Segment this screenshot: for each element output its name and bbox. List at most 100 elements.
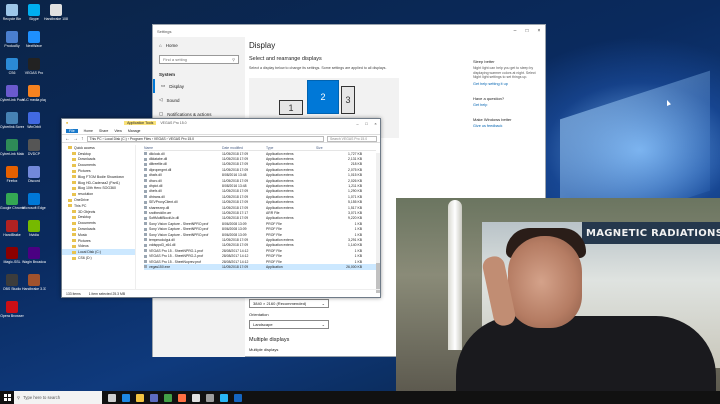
ribbon-tab-file[interactable]: File	[66, 128, 78, 133]
column-size[interactable]: Size	[316, 146, 366, 150]
explorer-icon[interactable]	[136, 393, 144, 402]
display-2[interactable]: 2	[307, 80, 339, 114]
desktop-icon[interactable]: Handbrake 3.33	[22, 272, 46, 299]
file-row[interactable]: VEGAS Pro 15 - SheetNPRO-2.prof 28/08/201…	[144, 253, 376, 258]
file-row[interactable]: dhtrans.dll 11/05/2018 17:09 Application e…	[144, 194, 376, 199]
app-icon	[6, 4, 18, 16]
edge-icon[interactable]	[122, 393, 130, 402]
file-row[interactable]: SoftMultiBlockUx.dll 11/05/2018 17:09 Appl…	[144, 216, 376, 221]
sleep-link[interactable]: Get help setting it up	[473, 82, 543, 86]
desktop-icon[interactable]: OBS Studio	[0, 272, 24, 299]
display-1[interactable]: 1	[279, 100, 303, 115]
file-row[interactable]: sndfxeckIbr.arr 11/05/2018 17:17 ARR File 3…	[144, 210, 376, 215]
ribbon-tab-home[interactable]: Home	[84, 129, 93, 133]
desktop-icon[interactable]: Discord	[22, 164, 46, 191]
desktop-icon[interactable]: HandBrake	[0, 218, 24, 245]
settings-icon[interactable]	[206, 393, 214, 402]
settings-search-input[interactable]: Find a setting ⚲	[159, 55, 239, 64]
up-icon[interactable]: ↑	[81, 136, 84, 142]
forward-icon[interactable]: →	[73, 136, 78, 142]
start-button[interactable]	[0, 391, 14, 404]
get-help-link[interactable]: Get help	[473, 103, 543, 107]
tree-item[interactable]: CS6 (D:)	[62, 255, 135, 261]
minimize-icon[interactable]: –	[353, 121, 362, 126]
desktop-icon[interactable]: WinOrbit	[22, 110, 46, 137]
explorer-search-input[interactable]: Search VEGAS Pro 15.0	[327, 135, 377, 142]
file-row[interactable]: vegas150.exe 11/05/2018 17:09 Application 2…	[144, 264, 376, 270]
column-type[interactable]: Type	[266, 146, 316, 150]
nav-item-display[interactable]: ▭ Display	[153, 79, 245, 93]
file-row[interactable]: dhpict.dll 8/08/2016 13:48 Application ext…	[144, 183, 376, 188]
task-view-icon[interactable]	[108, 393, 116, 402]
file-row[interactable]: Sony Vision Capture - SheetNPRO.prof 8/06…	[144, 221, 376, 226]
address-input[interactable]: This PC › Local Disk (C:) › Program File…	[86, 135, 324, 142]
file-row[interactable]: dlltreefile.dll 11/05/2018 17:09 Applicati…	[144, 162, 376, 167]
file-row[interactable]: dhcrc.dll 11/05/2018 17:09 Application ext…	[144, 178, 376, 183]
file-date: 11/05/2018 17:09	[222, 162, 249, 167]
file-row[interactable]: dhefx.dll 11/05/2018 17:09 Application ext…	[144, 189, 376, 194]
chrome-icon[interactable]	[164, 393, 172, 402]
desktop-icon[interactable]: Google Chrome	[0, 191, 24, 218]
maximize-icon[interactable]: □	[362, 121, 371, 126]
app-icon	[6, 193, 18, 205]
scrollbar[interactable]	[376, 153, 380, 293]
desktop-icon[interactable]: VEGAS Pro	[22, 56, 46, 83]
desktop-icon[interactable]: VLC media player	[22, 83, 46, 110]
close-icon[interactable]: ×	[533, 28, 545, 34]
desktop-icon[interactable]: Skype	[22, 2, 46, 29]
vegas-icon[interactable]	[192, 393, 200, 402]
file-row[interactable]: dlpropmgmt.dll 11/05/2018 17:09 Applicatio…	[144, 167, 376, 172]
file-row[interactable]: shareezep.dll 11/05/2018 17:09 Application…	[144, 205, 376, 210]
ribbon-tab-share[interactable]: Share	[99, 129, 108, 133]
store-icon[interactable]	[150, 393, 158, 402]
desktop-icon[interactable]: CyberLink PowerDirec...	[0, 83, 24, 110]
feedback-link[interactable]: Give us feedback	[473, 124, 543, 128]
mail-icon[interactable]	[234, 393, 242, 402]
desktop-icon[interactable]: Opera Browser	[0, 299, 24, 326]
desktop-icon[interactable]: CS6	[0, 56, 24, 83]
desktop-icon[interactable]: NextWave	[22, 29, 46, 56]
file-row[interactable]: Sony Vision Capture - SheetNPRO.prof 8/06…	[144, 232, 376, 237]
file-row[interactable]: Sony Vision Capture - SheetNPRO.prof 8/06…	[144, 226, 376, 231]
application-tools-tab[interactable]: Application Tools	[124, 121, 157, 125]
maximize-icon[interactable]: □	[521, 28, 533, 34]
file-row[interactable]: tempmodulgui.dll 11/05/2018 17:09 Applicat…	[144, 237, 376, 242]
desktop-icon[interactable]: Nvidia	[22, 218, 46, 245]
desktop-icon[interactable]: CyberLink MakeAlbum	[0, 137, 24, 164]
file-name: sndfxeckIbr.arr	[149, 210, 172, 215]
firefox-icon[interactable]	[178, 393, 186, 402]
desktop-icon[interactable]: Firefox	[0, 164, 24, 191]
file-row[interactable]: VEGAS Pro 15 - SheetNPRO-1.prof 28/08/201…	[144, 248, 376, 253]
file-row[interactable]: dllclock.dll 11/05/2018 17:09 Application …	[144, 151, 376, 156]
ribbon-tab-manage[interactable]: Manage	[128, 129, 141, 133]
file-row[interactable]: dlldatabe.dll 11/05/2018 17:09 Application…	[144, 156, 376, 161]
skype-icon[interactable]	[220, 393, 228, 402]
file-row[interactable]: VEGAS Pro 15 - SheetNoprev.prof 28/08/201…	[144, 259, 376, 264]
file-row[interactable]: dhafx.dll 8/08/2016 13:48 Application exte…	[144, 173, 376, 178]
search-icon: ⚲	[17, 395, 21, 400]
desktop-icon[interactable]: Microsoft Edge	[22, 191, 46, 218]
desktop-icon[interactable]: ProducBy	[0, 29, 24, 56]
column-name[interactable]: Name	[144, 146, 222, 150]
close-icon[interactable]: ×	[371, 121, 380, 126]
file-row[interactable]: SEVProxyClient.dll 11/05/2018 17:09 Applic…	[144, 200, 376, 205]
display-3[interactable]: 3	[341, 86, 355, 114]
desktop-icon[interactable]: Cyberlink Screen Re...	[0, 110, 24, 137]
desktop-icon[interactable]: Handbrake 1080P Dense	[44, 2, 68, 29]
nav-home[interactable]: ⌂ Home	[153, 40, 245, 51]
back-icon[interactable]: ←	[65, 136, 70, 142]
desktop-icon[interactable]: Magic-SSL	[0, 245, 24, 272]
desktop-icon[interactable]: Recycle Bin	[0, 2, 24, 29]
orientation-select[interactable]: Landscape ⌄	[249, 320, 329, 329]
resolution-select[interactable]: 3840 × 2160 (Recommended) ⌄	[249, 299, 329, 308]
file-row[interactable]: vddsppd3_x64.dll 11/05/2018 17:09 Applicat…	[144, 243, 376, 248]
ribbon-tab-view[interactable]: View	[114, 129, 122, 133]
file-date: 8/06/2008 13:09	[222, 232, 247, 237]
nav-item-sound[interactable]: ◁ Sound	[153, 93, 245, 107]
file-type: Application extens	[266, 194, 294, 199]
taskbar-search-input[interactable]: ⚲ Type here to search	[14, 391, 102, 404]
desktop-icon[interactable]: Wagin Broadcaster	[22, 245, 46, 272]
desktop-icon[interactable]: DVDCP	[22, 137, 46, 164]
minimize-icon[interactable]: –	[509, 28, 521, 34]
column-date[interactable]: Date modified	[222, 146, 266, 150]
